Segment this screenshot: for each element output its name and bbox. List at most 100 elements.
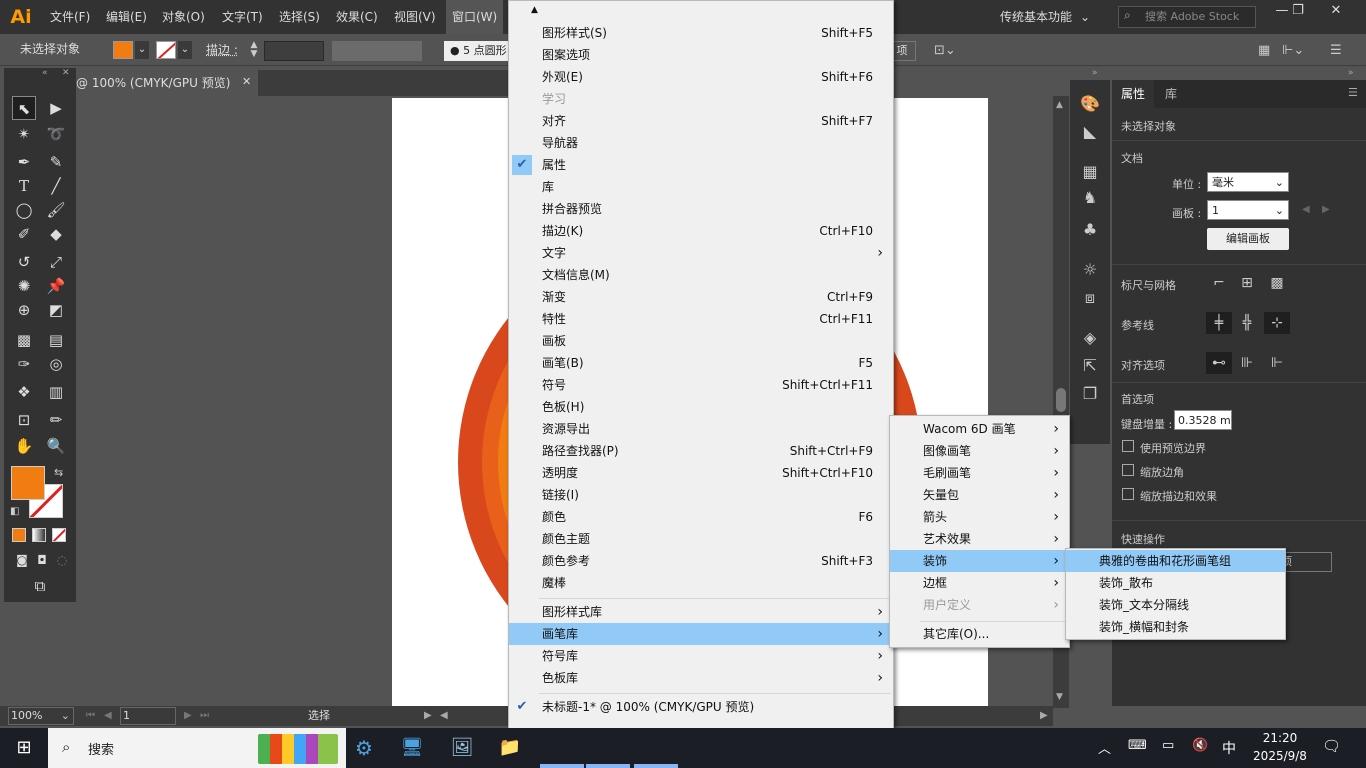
menu-select[interactable]: 选择(S) [279,0,320,34]
menu-item[interactable]: 颜色 F6 [509,506,893,528]
menu-item-brush-library[interactable]: 矢量包 › [890,484,1069,506]
snap-to-pixel-icon[interactable]: ⊪ [1234,352,1260,374]
snap-to-glyph-icon[interactable]: ⊩ [1264,352,1290,374]
menu-edit[interactable]: 编辑(E) [106,0,147,34]
menu-item[interactable]: 符号 Shift+Ctrl+F11 [509,374,893,396]
scale-tool-icon[interactable]: ⤢ [44,250,68,274]
stroke-swatch[interactable] [156,41,176,59]
transparency-grid-icon[interactable]: ▩ [1264,272,1290,294]
close-window-button[interactable]: ✕ [1316,0,1356,24]
gradient-tool-icon[interactable]: ▤ [44,328,68,352]
menu-item[interactable]: 图案选项 [509,44,893,66]
network-computer-icon[interactable]: 🖥 [398,734,426,762]
puppet-warp-tool-icon[interactable]: 📌 [44,274,68,298]
maximize-button[interactable]: ❐ [1278,0,1318,24]
clock-time[interactable]: 21:20 [1250,731,1310,745]
stroke-label[interactable]: 描边 : [206,39,238,61]
scroll-down-icon[interactable]: ▼ [1056,692,1063,702]
menu-item[interactable]: 色板(H) [509,396,893,418]
gradient-mode-button[interactable] [32,528,46,542]
menu-item[interactable]: 库 [509,176,893,198]
control-panel-icon[interactable]: 🖼 [448,734,476,762]
export-icon[interactable]: ⇱ [1078,354,1102,378]
color-mode-button[interactable] [12,528,26,542]
perspective-grid-tool-icon[interactable]: ◩ [44,298,68,322]
menu-item-brush-library[interactable]: 箭头 › [890,506,1069,528]
lock-guides-icon[interactable]: ╬ [1234,312,1260,334]
brushes-icon[interactable]: ♞ [1078,186,1102,210]
menu-item[interactable]: 描边(K) Ctrl+F10 [509,220,893,242]
last-artboard-icon[interactable]: ⏭ [200,706,209,726]
running-app-indicator[interactable] [634,764,678,768]
collapse-icon[interactable]: » [1092,68,1098,78]
menu-item[interactable]: 渐变 Ctrl+F9 [509,286,893,308]
menu-item[interactable]: 颜色参考 Shift+F3 [509,550,893,572]
smart-guides-icon[interactable]: ⊹ [1264,312,1290,334]
grid-icon[interactable]: ⊞ [1234,272,1260,294]
tab-libraries[interactable]: 库 [1156,80,1186,108]
default-colors-icon[interactable]: ◧ [10,506,22,518]
prev-artboard-icon[interactable]: ◀ [104,706,112,726]
zoom-tool-icon[interactable]: 🔍 [44,434,68,458]
draw-inside-icon[interactable]: ◌ [50,548,74,572]
warp-tool-icon[interactable]: ✺ [12,274,36,298]
edit-artboard-button[interactable]: 编辑画板 [1207,228,1289,250]
menu-item[interactable]: 链接(I) [509,484,893,506]
symbols-icon[interactable]: ♣ [1078,218,1102,242]
mesh-tool-icon[interactable]: ▩ [12,328,36,352]
document-tab[interactable]: @ 100% (CMYK/GPU 预览) [76,70,258,96]
selection-tool-icon[interactable]: ⬉ [12,96,36,120]
menu-item[interactable]: 画板 [509,330,893,352]
artboards-panel-icon[interactable]: ❐ [1078,382,1102,406]
gradient-panel-icon[interactable]: ◣ [1078,120,1102,144]
none-mode-button[interactable] [52,528,66,542]
menu-item-decorative-brush[interactable]: 装饰_文本分隔线 [1066,594,1285,616]
menu-item-decorative-brush[interactable]: 装饰_散布 [1066,572,1285,594]
next-artboard-icon[interactable]: ▶ [184,706,192,726]
blend-tool-icon[interactable]: ◎ [44,352,68,376]
eyedropper-tool-icon[interactable]: ✑ [12,352,36,376]
symbol-sprayer-tool-icon[interactable]: ❖ [12,380,36,404]
ime-icon[interactable]: ⌨ [1128,738,1147,753]
taskbar-search-box[interactable]: ⌕ 搜索 [48,728,346,768]
collapse-icon[interactable]: « [42,68,56,80]
menu-item[interactable]: 对齐 Shift+F7 [509,110,893,132]
collapse-icon[interactable]: » [1348,68,1354,78]
rotate-tool-icon[interactable]: ↺ [12,250,36,274]
menu-item[interactable]: 外观(E) Shift+F6 [509,66,893,88]
chevron-down-icon[interactable]: ⌄ [178,41,192,59]
close-tab-icon[interactable]: ✕ [242,75,251,88]
windows-start-icon[interactable]: ⊞ [0,728,48,768]
align-icon[interactable]: ⊩⌄ [1282,41,1308,61]
eraser-tool-icon[interactable]: ◆ [44,222,68,246]
artboard-dropdown[interactable]: 1 ⌄ [1207,200,1289,220]
stroke-weight-input[interactable] [264,41,324,61]
menu-item-library[interactable]: 色板库 › [509,667,893,689]
scroll-up-icon[interactable]: ▲ [531,5,538,15]
panel-menu-icon[interactable]: ☰ [1348,86,1358,99]
settings-gear-icon[interactable]: ⚙ [350,734,378,762]
snap-to-point-icon[interactable]: ⊷ [1206,352,1232,374]
layers-icon[interactable]: ◈ [1078,326,1102,350]
running-app-indicator[interactable] [586,764,630,768]
swap-colors-icon[interactable]: ⇆ [54,466,68,480]
scale-corners-checkbox[interactable] [1122,464,1134,476]
tab-properties[interactable]: 属性 [1112,80,1154,108]
artboard-number-input[interactable]: 1 [120,707,176,725]
hscroll-left-icon[interactable]: ◀ [440,706,448,726]
menu-item-decorative-brush[interactable]: 典雅的卷曲和花形画笔组 [1066,550,1285,572]
ellipse-tool-icon[interactable]: ◯ [12,198,36,222]
ruler-icon[interactable]: ⌐ [1206,272,1232,294]
menu-item[interactable]: 画笔(B) F5 [509,352,893,374]
menu-item[interactable]: 路径查找器(P) Shift+Ctrl+F9 [509,440,893,462]
transform-panel-icon[interactable]: ⧈ [1078,286,1102,310]
variable-width-profile[interactable] [332,41,422,61]
status-arrow-icon[interactable]: ▶ [424,706,432,726]
menu-type[interactable]: 文字(T) [222,0,263,34]
menu-view[interactable]: 视图(V) [394,0,436,34]
network-icon[interactable]: ▭ [1162,738,1174,753]
menu-item-open-document[interactable]: ✔ 未标题-1* @ 100% (CMYK/GPU 预览) [509,696,893,718]
menu-item[interactable]: 魔棒 [509,572,893,594]
menu-item-decorative-brush[interactable]: 装饰_横幅和封条 [1066,616,1285,638]
unit-dropdown[interactable]: 毫米 ⌄ [1207,172,1289,192]
